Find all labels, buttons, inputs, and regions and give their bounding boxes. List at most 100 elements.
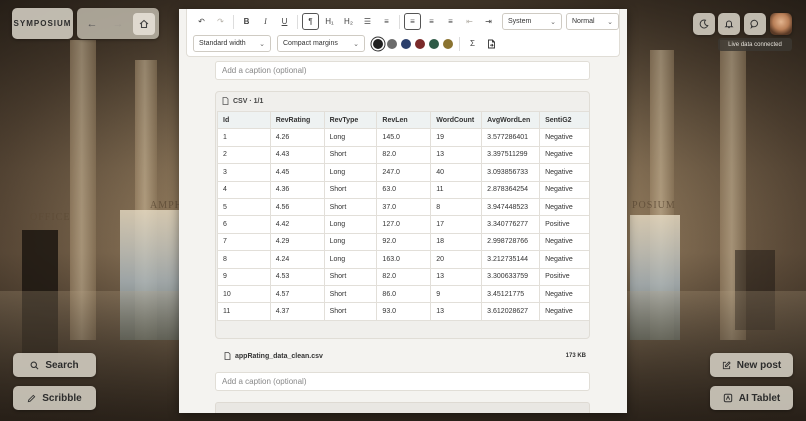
back-button[interactable]: ← — [81, 13, 103, 35]
table-cell: 4.42 — [269, 215, 325, 234]
ordered-list-button[interactable]: ≡ — [378, 13, 395, 30]
font-select[interactable]: System ⌄ — [502, 13, 562, 30]
next-content-block — [215, 402, 590, 413]
scribble-button[interactable]: Scribble — [13, 386, 96, 410]
table-cell: 9 — [430, 284, 483, 304]
color-swatch[interactable] — [387, 38, 397, 49]
bold-button[interactable]: B — [238, 13, 255, 30]
pencil-icon — [27, 394, 36, 402]
table-cell: Negative — [539, 232, 589, 252]
messages-button[interactable] — [744, 13, 766, 35]
csv-column-header: RevType — [323, 110, 378, 130]
table-cell: 4 — [217, 180, 271, 199]
color-swatch[interactable] — [443, 38, 453, 49]
table-cell: 7 — [217, 232, 271, 252]
caption-input-top[interactable]: Add a caption (optional) — [215, 61, 590, 80]
export-doc-button[interactable] — [483, 35, 500, 52]
table-row: 4 4.36 Short 63.0 11 2.878364254 Negative — [217, 180, 589, 199]
table-cell: 11 — [217, 302, 271, 321]
color-swatch[interactable] — [429, 38, 439, 49]
table-cell: 4.57 — [269, 284, 325, 304]
new-post-button-label: New post — [736, 359, 782, 371]
forward-button[interactable]: → — [107, 13, 129, 35]
table-cell: Long — [323, 163, 378, 182]
table-row: 11 4.37 Short 93.0 13 3.612028627 Negative — [217, 302, 589, 321]
table-cell: Negative — [539, 145, 589, 165]
redo-button[interactable]: ↷ — [212, 13, 229, 30]
color-swatch[interactable] — [401, 38, 411, 49]
editor-panel: ↶ ↷ B I U ¶ H₁ H₂ ☰ ≡ ≡ ≡ ≡ ⇤ ⇥ System ⌄ … — [179, 9, 627, 413]
table-cell: 2.878364254 — [481, 180, 541, 199]
table-row: 2 4.43 Short 82.0 13 3.397511299 Negative — [217, 145, 589, 165]
chevron-down-icon: ⌄ — [607, 18, 613, 26]
size-select[interactable]: Normal ⌄ — [566, 13, 619, 30]
heading2-button[interactable]: H₂ — [340, 13, 357, 30]
margin-select[interactable]: Compact margins ⌄ — [277, 35, 365, 52]
user-avatar[interactable] — [770, 13, 792, 35]
table-cell: Long — [323, 250, 378, 269]
app-logo[interactable]: SYMPOSIUM — [12, 8, 73, 39]
table-cell: 247.0 — [376, 163, 432, 182]
csv-column-header: RevLen — [376, 110, 432, 130]
indent-button[interactable]: ⇥ — [480, 13, 497, 30]
formula-button[interactable]: Σ — [464, 35, 481, 52]
table-row: 7 4.29 Long 92.0 18 2.998728766 Negative — [217, 232, 589, 252]
table-cell: Positive — [539, 267, 589, 286]
heading1-button[interactable]: H₁ — [321, 13, 338, 30]
font-select-value: System — [508, 18, 532, 25]
table-cell: Short — [323, 197, 378, 217]
scribble-button-label: Scribble — [42, 392, 82, 404]
csv-column-header: RevRating — [269, 110, 325, 130]
caption-input-bottom[interactable]: Add a caption (optional) — [215, 372, 590, 391]
table-cell: 127.0 — [376, 215, 432, 234]
dark-mode-button[interactable] — [693, 13, 715, 35]
table-row: 10 4.57 Short 86.0 9 3.45121775 Negative — [217, 284, 589, 304]
table-cell: Short — [323, 284, 378, 304]
table-row: 8 4.24 Long 163.0 20 3.212735144 Negative — [217, 250, 589, 269]
csv-header-row: Id RevRating RevType RevLen WordCount AvgWord… — [217, 110, 589, 130]
table-cell: 3 — [217, 163, 271, 182]
table-cell: Negative — [539, 163, 589, 182]
table-cell: 4.24 — [269, 250, 325, 269]
table-row: 6 4.42 Long 127.0 17 3.340776277 Positive — [217, 215, 589, 234]
table-cell: 4.43 — [269, 145, 325, 165]
table-cell: 93.0 — [376, 302, 432, 321]
home-button[interactable] — [133, 12, 155, 35]
ai-tablet-button[interactable]: AI Tablet — [710, 386, 793, 410]
italic-button[interactable]: I — [257, 13, 274, 30]
table-cell: Long — [323, 215, 378, 234]
notifications-button[interactable] — [718, 13, 740, 35]
undo-button[interactable]: ↶ — [193, 13, 210, 30]
bullet-list-button[interactable]: ☰ — [359, 13, 376, 30]
align-center-button[interactable]: ≡ — [423, 13, 440, 30]
width-select-value: Standard width — [199, 40, 246, 47]
table-cell: 5 — [217, 197, 271, 217]
width-select[interactable]: Standard width ⌄ — [193, 35, 271, 52]
table-cell: 86.0 — [376, 284, 432, 304]
csv-preview-card: CSV · 1/1 Id RevRating RevType RevLen WordCo… — [215, 91, 590, 339]
table-cell: 4.56 — [269, 197, 325, 217]
outdent-button[interactable]: ⇤ — [461, 13, 478, 30]
align-right-button[interactable]: ≡ — [442, 13, 459, 30]
table-cell: 2.998728766 — [481, 232, 541, 252]
new-post-button[interactable]: New post — [710, 353, 793, 377]
ai-tablet-icon — [723, 393, 732, 403]
align-left-button[interactable]: ≡ — [404, 13, 421, 30]
table-cell: 40 — [430, 163, 483, 182]
margin-select-value: Compact margins — [283, 40, 338, 47]
table-cell: 8 — [430, 197, 483, 217]
color-swatch[interactable] — [373, 38, 383, 49]
table-cell: 4.53 — [269, 267, 325, 286]
underline-button[interactable]: U — [276, 13, 293, 30]
color-swatch[interactable] — [415, 38, 425, 49]
table-cell: Short — [323, 145, 378, 165]
attachment-row[interactable]: appRating_data_clean.csv 173 KB — [224, 352, 586, 360]
search-button[interactable]: Search — [13, 353, 96, 377]
paragraph-button[interactable]: ¶ — [302, 13, 319, 30]
csv-table-body: 1 4.26 Long 145.0 19 3.577286401 Negative 2 4.43… — [217, 128, 589, 321]
csv-column-header: WordCount — [430, 110, 483, 130]
editor-content: Add a caption (optional) CSV · 1/1 Id Rev… — [179, 57, 627, 413]
table-cell: Long — [323, 232, 378, 252]
size-select-value: Normal — [572, 18, 595, 25]
table-cell: 3.212735144 — [481, 250, 541, 269]
